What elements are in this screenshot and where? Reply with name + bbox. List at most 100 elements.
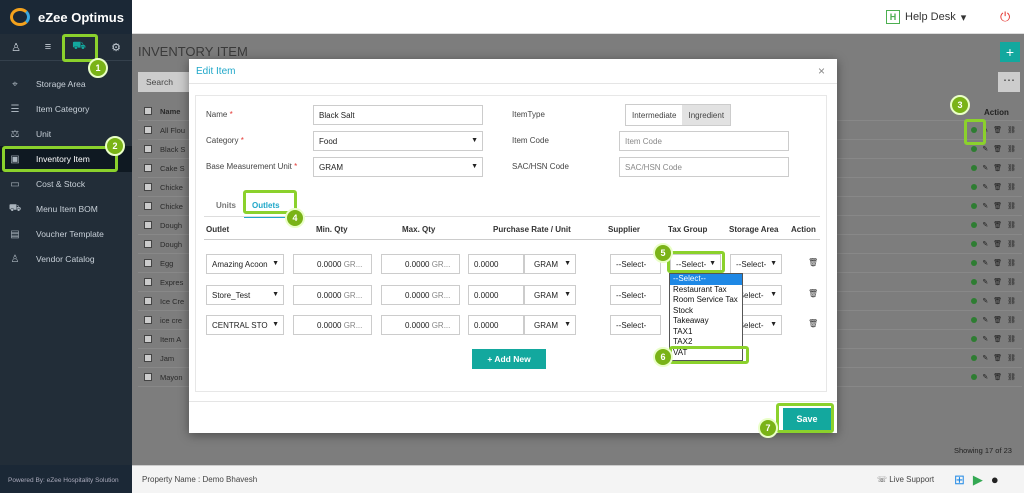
row-checkbox[interactable]	[144, 183, 152, 191]
outlet-select[interactable]: Amazing Acoon ▼	[206, 254, 284, 274]
storage-area-select[interactable]: --Select- ▼	[730, 254, 782, 274]
delete-icon[interactable]: 🗑	[993, 183, 1002, 191]
tax-option[interactable]: Takeaway	[670, 316, 742, 327]
edit-icon[interactable]: ✎	[982, 335, 988, 343]
link-icon[interactable]: ⛓	[1007, 202, 1016, 210]
sidebar-item-storage-area[interactable]: ⌖ Storage Area	[0, 71, 132, 97]
sidebar-item-cost-stock[interactable]: ▭ Cost & Stock	[0, 171, 132, 197]
delete-icon[interactable]: 🗑	[993, 259, 1002, 267]
link-icon[interactable]: ⛓	[1007, 259, 1016, 267]
delete-icon[interactable]: 🗑	[808, 289, 818, 298]
row-checkbox[interactable]	[144, 259, 152, 267]
delete-icon[interactable]: 🗑	[993, 278, 1002, 286]
delete-icon[interactable]: 🗑	[993, 164, 1002, 172]
purchase-rate-input[interactable]: 0.0000	[468, 254, 524, 274]
link-icon[interactable]: ⛓	[1007, 354, 1016, 362]
link-icon[interactable]: ⛓	[1007, 373, 1016, 381]
sidebar-item-vendor-catalog[interactable]: ♙ Vendor Catalog	[0, 246, 132, 272]
base-unit-select[interactable]: GRAM ▼	[313, 157, 483, 177]
row-checkbox[interactable]	[144, 240, 152, 248]
row-checkbox[interactable]	[144, 221, 152, 229]
edit-icon[interactable]: ✎	[982, 221, 988, 229]
tax-option[interactable]: Stock	[670, 306, 742, 317]
gear-icon[interactable]: ⚙	[108, 39, 124, 55]
item-type-intermediate[interactable]: Intermediate	[626, 105, 682, 125]
edit-icon[interactable]: ✎	[982, 240, 988, 248]
max-qty-input[interactable]: 0.0000 GR...	[381, 315, 460, 335]
link-icon[interactable]: ⛓	[1007, 145, 1016, 153]
row-checkbox[interactable]	[144, 164, 152, 172]
menu-icon[interactable]: ≡	[40, 39, 56, 55]
delete-icon[interactable]: 🗑	[993, 221, 1002, 229]
tax-option[interactable]: Room Service Tax	[670, 295, 742, 306]
edit-icon[interactable]: ✎	[982, 145, 988, 153]
row-checkbox[interactable]	[144, 278, 152, 286]
supplier-select[interactable]: --Select-	[610, 315, 661, 335]
rate-unit-select[interactable]: GRAM ▼	[524, 315, 576, 335]
delete-icon[interactable]: 🗑	[993, 354, 1002, 362]
min-qty-input[interactable]: 0.0000 GR...	[293, 285, 372, 305]
tax-option[interactable]: --Select--	[670, 274, 742, 285]
apple-icon[interactable]: ●	[991, 472, 999, 488]
edit-icon[interactable]: ✎	[982, 164, 988, 172]
name-input[interactable]: Black Salt	[313, 105, 483, 125]
max-qty-input[interactable]: 0.0000 GR...	[381, 254, 460, 274]
link-icon[interactable]: ⛓	[1007, 126, 1016, 134]
item-code-input[interactable]: Item Code	[619, 131, 789, 151]
row-checkbox[interactable]	[144, 202, 152, 210]
item-type-ingredient[interactable]: Ingredient	[682, 105, 731, 125]
purchase-rate-input[interactable]: 0.0000	[468, 315, 524, 335]
delete-icon[interactable]: 🗑	[808, 258, 818, 267]
edit-icon[interactable]: ✎	[982, 278, 988, 286]
delete-icon[interactable]: 🗑	[993, 240, 1002, 248]
help-desk-menu[interactable]: H Help Desk ▾	[886, 10, 966, 24]
add-item-button[interactable]: +	[1000, 42, 1020, 62]
supplier-select[interactable]: --Select-	[610, 285, 661, 305]
purchase-rate-input[interactable]: 0.0000	[468, 285, 524, 305]
app-logo[interactable]: eZee Optimus	[0, 0, 132, 34]
outlet-select[interactable]: CENTRAL STO ▼	[206, 315, 284, 335]
live-support-link[interactable]: ☏ Live Support	[877, 475, 934, 484]
sac-hsn-input[interactable]: SAC/HSN Code	[619, 157, 789, 177]
close-icon[interactable]: ×	[818, 64, 825, 78]
edit-icon[interactable]: ✎	[982, 354, 988, 362]
more-options-button[interactable]: ⋯	[998, 72, 1020, 92]
sidebar-item-menu-item-bom[interactable]: ⛟ Menu Item BOM	[0, 196, 132, 222]
row-checkbox[interactable]	[144, 373, 152, 381]
edit-icon[interactable]: ✎	[982, 183, 988, 191]
windows-icon[interactable]: ⊞	[954, 472, 965, 488]
select-all-checkbox[interactable]	[144, 107, 152, 115]
rate-unit-select[interactable]: GRAM ▼	[524, 285, 576, 305]
min-qty-input[interactable]: 0.0000 GR...	[293, 254, 372, 274]
row-checkbox[interactable]	[144, 335, 152, 343]
link-icon[interactable]: ⛓	[1007, 278, 1016, 286]
tax-option[interactable]: TAX1	[670, 327, 742, 338]
link-icon[interactable]: ⛓	[1007, 221, 1016, 229]
tab-units[interactable]: Units	[208, 195, 244, 218]
edit-icon[interactable]: ✎	[982, 259, 988, 267]
delete-icon[interactable]: 🗑	[993, 373, 1002, 381]
play-store-icon[interactable]: ▶	[973, 472, 983, 488]
row-checkbox[interactable]	[144, 316, 152, 324]
sidebar-item-voucher-template[interactable]: ▤ Voucher Template	[0, 221, 132, 247]
sidebar-item-item-category[interactable]: ☰ Item Category	[0, 96, 132, 122]
delete-icon[interactable]: 🗑	[808, 319, 818, 328]
delete-icon[interactable]: 🗑	[993, 202, 1002, 210]
link-icon[interactable]: ⛓	[1007, 335, 1016, 343]
tax-option[interactable]: Restaurant Tax	[670, 285, 742, 296]
edit-icon[interactable]: ✎	[982, 297, 988, 305]
link-icon[interactable]: ⛓	[1007, 297, 1016, 305]
link-icon[interactable]: ⛓	[1007, 183, 1016, 191]
delete-icon[interactable]: 🗑	[993, 335, 1002, 343]
row-checkbox[interactable]	[144, 145, 152, 153]
power-icon[interactable]: ⏻	[1000, 9, 1010, 25]
edit-icon[interactable]: ✎	[982, 316, 988, 324]
row-checkbox[interactable]	[144, 297, 152, 305]
category-select[interactable]: Food ▼	[313, 131, 483, 151]
edit-icon[interactable]: ✎	[982, 373, 988, 381]
rate-unit-select[interactable]: GRAM ▼	[524, 254, 576, 274]
user-icon[interactable]: ♙	[8, 39, 24, 55]
link-icon[interactable]: ⛓	[1007, 164, 1016, 172]
add-new-button[interactable]: + Add New	[472, 349, 546, 369]
row-checkbox[interactable]	[144, 126, 152, 134]
